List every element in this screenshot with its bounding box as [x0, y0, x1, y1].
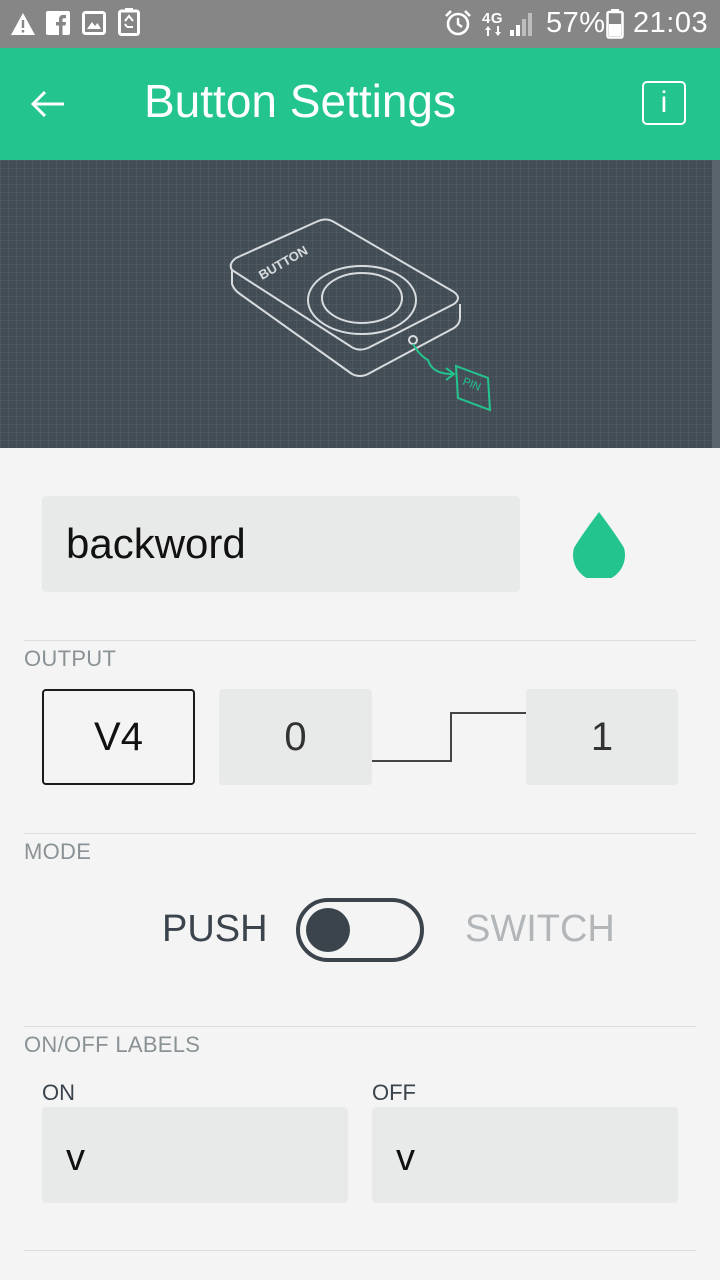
- page-title: Button Settings: [144, 75, 456, 127]
- low-value-field[interactable]: 0: [219, 689, 372, 785]
- divider: [24, 1250, 696, 1251]
- image-icon: [82, 11, 106, 35]
- widget-illustration: BUTTON PIN: [0, 160, 720, 448]
- widget-name-field[interactable]: backword: [42, 496, 520, 592]
- back-button[interactable]: [24, 80, 72, 128]
- signal-icon: [510, 13, 532, 36]
- status-bar: 4G 57% 21:03: [0, 0, 720, 48]
- high-value-field[interactable]: 1: [526, 689, 678, 785]
- pin-label: PIN: [461, 376, 483, 394]
- on-label-value: v: [66, 1137, 85, 1179]
- app-bar: Button Settings i: [0, 48, 720, 160]
- alarm-icon: [445, 10, 471, 36]
- pin-select[interactable]: V4: [42, 689, 195, 785]
- data-arrows-icon: [485, 26, 501, 36]
- button-device-illustration: BUTTON PIN: [229, 218, 492, 412]
- mode-section-label: MODE: [24, 839, 92, 864]
- warning-icon: [11, 13, 35, 35]
- output-section-label: OUTPUT: [24, 646, 117, 671]
- on-label-field[interactable]: v: [42, 1107, 348, 1203]
- off-label-caption: OFF: [372, 1080, 416, 1105]
- network-type: 4G: [482, 10, 504, 27]
- on-label-caption: ON: [42, 1080, 75, 1105]
- battery-saver-icon: [118, 8, 140, 36]
- divider: [24, 640, 696, 641]
- mode-push-label[interactable]: PUSH: [162, 908, 268, 951]
- off-label-value: v: [396, 1137, 415, 1179]
- back-arrow-icon: [30, 90, 64, 118]
- labels-section-label: ON/OFF LABELS: [24, 1032, 201, 1057]
- mode-toggle[interactable]: [296, 898, 424, 962]
- battery-icon: [606, 9, 624, 39]
- illustration-scroll-edge: [712, 160, 720, 448]
- step-graph-icon: [372, 712, 526, 762]
- mode-switch-label[interactable]: SWITCH: [465, 908, 615, 951]
- off-label-field[interactable]: v: [372, 1107, 678, 1203]
- divider: [24, 1026, 696, 1027]
- divider: [24, 833, 696, 834]
- battery-percent: 57%: [546, 7, 606, 39]
- color-picker-drop-icon[interactable]: [570, 510, 628, 578]
- clock: 21:03: [633, 7, 709, 39]
- toggle-knob: [306, 908, 350, 952]
- info-button[interactable]: i: [642, 81, 686, 125]
- facebook-icon: [46, 11, 70, 35]
- device-label: BUTTON: [256, 243, 310, 283]
- widget-name-value: backword: [66, 520, 246, 567]
